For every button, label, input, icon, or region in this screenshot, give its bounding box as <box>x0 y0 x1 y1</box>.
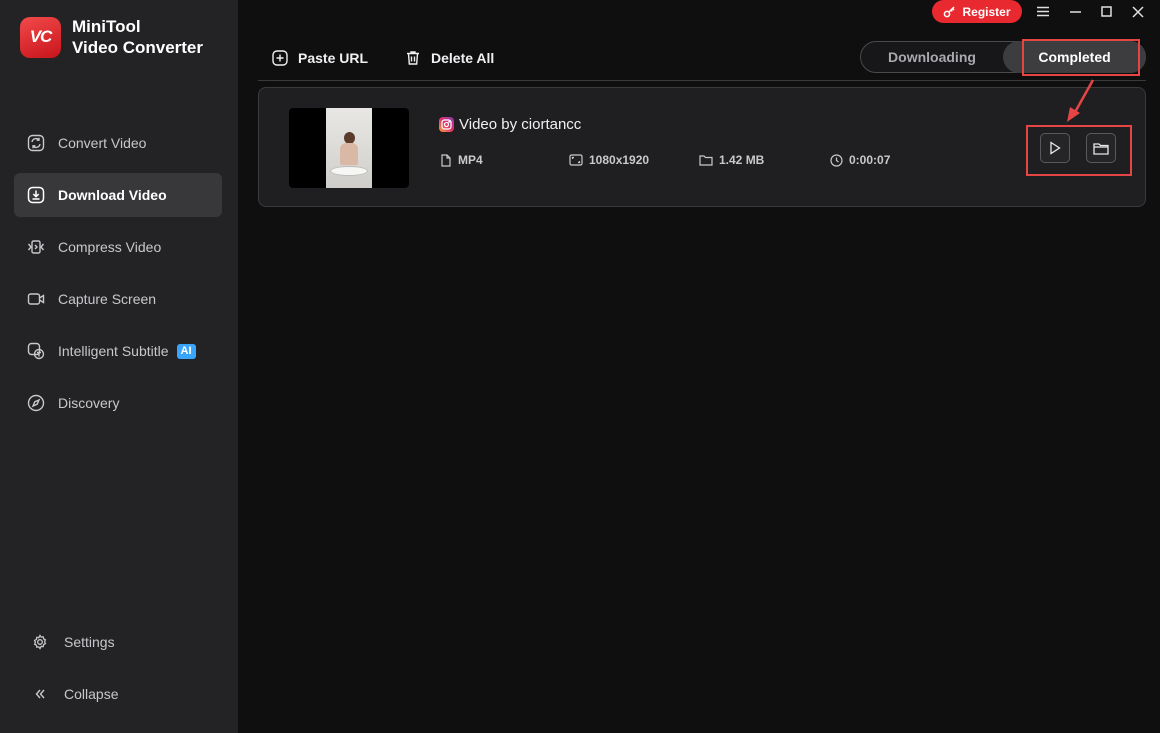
clock-icon <box>830 153 843 167</box>
highlight-action-buttons <box>1026 125 1132 176</box>
paste-url-label: Paste URL <box>298 50 369 66</box>
close-icon <box>1132 5 1144 18</box>
sidebar-item-label: Convert Video <box>58 135 147 151</box>
sidebar-nav: Convert Video Download Video Compress Vi… <box>14 121 222 433</box>
video-title-row: Video by ciortancc <box>439 116 581 133</box>
sidebar-item-capture-screen[interactable]: Capture Screen <box>14 277 222 321</box>
convert-icon <box>26 133 46 153</box>
delete-all-label: Delete All <box>431 50 495 66</box>
close-button[interactable] <box>1124 0 1152 23</box>
toolbar-divider <box>258 80 1146 81</box>
settings-label: Settings <box>64 634 115 650</box>
compress-icon <box>26 237 46 257</box>
sidebar-item-convert-video[interactable]: Convert Video <box>14 121 222 165</box>
thumbnail-body <box>340 143 358 165</box>
highlight-completed-tab <box>1022 39 1140 76</box>
settings-button[interactable]: Settings <box>30 632 210 652</box>
maximize-button[interactable] <box>1092 0 1120 23</box>
resolution-value: 1080x1920 <box>589 153 650 167</box>
sidebar-item-label: Download Video <box>58 187 167 203</box>
format-value: MP4 <box>458 153 483 167</box>
sidebar-item-intelligent-subtitle[interactable]: Intelligent Subtitle AI <box>14 329 222 373</box>
maximize-icon <box>1100 6 1112 17</box>
minimize-button[interactable] <box>1061 0 1089 23</box>
register-button[interactable]: Register <box>932 0 1022 23</box>
file-icon <box>440 153 452 167</box>
duration-info: 0:00:07 <box>830 153 890 167</box>
minimize-icon <box>1069 11 1081 13</box>
compass-icon <box>26 393 46 413</box>
menu-icon <box>1037 6 1049 17</box>
sidebar-item-label: Discovery <box>58 395 120 411</box>
app-logo: VC MiniTool Video Converter <box>20 16 203 58</box>
sidebar-item-label: Capture Screen <box>58 291 157 307</box>
app-name-line1: MiniTool <box>72 17 141 36</box>
register-label: Register <box>962 4 1011 19</box>
menu-button[interactable] <box>1029 0 1057 23</box>
collapse-label: Collapse <box>64 686 119 702</box>
subtitle-icon <box>26 341 46 361</box>
size-value: 1.42 MB <box>719 153 765 167</box>
delete-all-button[interactable]: Delete All <box>405 46 494 70</box>
thumbnail-plate <box>330 166 368 176</box>
chevrons-left-icon <box>30 684 50 704</box>
sidebar-item-compress-video[interactable]: Compress Video <box>14 225 222 269</box>
gear-icon <box>30 632 50 652</box>
download-icon <box>26 185 46 205</box>
key-icon <box>944 6 956 18</box>
tab-downloading[interactable]: Downloading <box>861 42 1003 72</box>
sidebar-item-download-video[interactable]: Download Video <box>14 173 222 217</box>
thumbnail-frame <box>326 108 372 188</box>
duration-value: 0:00:07 <box>849 153 891 167</box>
collapse-button[interactable]: Collapse <box>30 684 210 704</box>
ai-badge: AI <box>176 343 196 359</box>
video-title: Video by ciortancc <box>459 116 582 133</box>
instagram-icon <box>439 117 454 132</box>
format-info: MP4 <box>440 153 483 167</box>
thumbnail-person <box>338 132 360 166</box>
sidebar-item-label: Intelligent Subtitle <box>58 343 169 359</box>
app-name: MiniTool Video Converter <box>72 16 203 58</box>
app-name-line2: Video Converter <box>72 38 204 57</box>
sidebar-item-discovery[interactable]: Discovery <box>14 381 222 425</box>
sidebar-item-label: Compress Video <box>58 239 162 255</box>
sidebar: VC MiniTool Video Converter Convert Vide… <box>0 0 238 733</box>
resolution-icon <box>569 154 583 166</box>
folder-icon <box>699 154 713 166</box>
resolution-info: 1080x1920 <box>569 153 649 167</box>
download-item-card: Video by ciortancc MP4 1080x1920 1.42 MB… <box>258 87 1146 207</box>
paste-url-button[interactable]: Paste URL <box>272 46 368 70</box>
logo-badge: VC <box>20 16 61 58</box>
video-thumbnail[interactable] <box>289 108 409 188</box>
camera-icon <box>26 289 46 309</box>
trash-icon <box>405 50 421 66</box>
annotation-arrow <box>1067 79 1095 122</box>
plus-square-icon <box>272 50 288 66</box>
size-info: 1.42 MB <box>699 153 764 167</box>
